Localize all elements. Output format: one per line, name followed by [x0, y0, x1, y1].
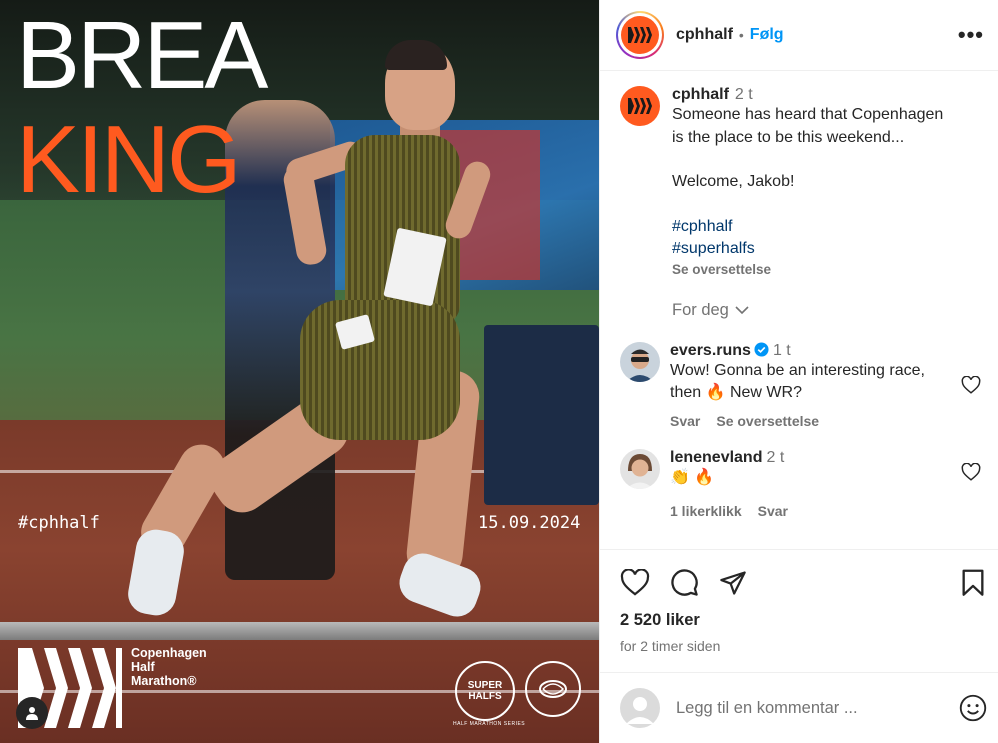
comment-text-line: then 🔥 New WR? — [670, 384, 802, 401]
header-separator: • — [738, 27, 744, 43]
tagged-users-button[interactable] — [16, 697, 48, 729]
caption-text-line: Welcome, Jakob! — [672, 173, 795, 190]
see-translation-link[interactable]: Se oversettelse — [716, 413, 819, 429]
poster-title-line-1: BREA — [16, 2, 268, 109]
hashtag-link[interactable]: #superhalfs — [672, 238, 972, 261]
for-you-dropdown[interactable]: For deg — [672, 301, 972, 320]
likes-count[interactable]: 2 520 liker — [620, 611, 985, 630]
comment-time: 1 t — [772, 341, 791, 359]
for-you-label: For deg — [672, 300, 729, 319]
share-button[interactable] — [719, 570, 747, 596]
caption-username[interactable]: cphhalf — [672, 86, 729, 103]
fire-emoji: 🔥 — [705, 384, 726, 401]
emoji-picker-button[interactable] — [959, 694, 987, 722]
cphhalf-logo-icon — [628, 27, 652, 43]
header-username[interactable]: cphhalf — [676, 26, 733, 44]
verified-badge-icon — [754, 341, 769, 357]
commenter-avatar[interactable] — [620, 448, 660, 489]
post-side-panel: cphhalf • Følg ••• cphhalf 2 t Someone ha… — [599, 0, 998, 743]
like-button[interactable] — [620, 569, 650, 596]
current-user-avatar — [620, 688, 660, 728]
story-ring[interactable] — [616, 11, 664, 59]
comment-username[interactable]: evers.runs — [670, 342, 751, 359]
comment-emoji-text: 👏 🔥 — [670, 468, 715, 486]
post-caption: cphhalf 2 t Someone has heard that Copenh… — [620, 86, 983, 320]
caption-text-line: is the place to be this weekend... — [672, 128, 905, 146]
comment-likes-count[interactable]: 1 likerklikk — [670, 503, 742, 519]
comment-like-heart-icon[interactable] — [961, 462, 981, 481]
comment-button[interactable] — [670, 568, 699, 597]
post-photo[interactable]: BREA KING #cphhalf 15.09.2024 Copenhagen… — [0, 0, 599, 743]
shorts — [300, 300, 460, 440]
equipment-bin — [484, 325, 599, 505]
share-icon — [720, 570, 746, 595]
post-actions: 2 520 liker for 2 timer siden — [600, 549, 998, 654]
chevron-down-icon — [735, 305, 749, 314]
comments-scroll-area[interactable]: cphhalf 2 t Someone has heard that Copenh… — [600, 72, 998, 548]
emoji-icon — [959, 694, 987, 722]
world-athletics-seal — [525, 661, 581, 717]
save-button[interactable] — [961, 569, 985, 597]
superhalfs-subtitle: HALF MARATHON SERIES — [453, 721, 526, 727]
see-translation-link[interactable]: Se oversettelse — [672, 262, 972, 277]
add-comment-bar — [600, 672, 998, 743]
comment-text-line: Wow! Gonna be an interesting race, — [670, 361, 925, 379]
reply-button[interactable]: Svar — [758, 503, 788, 519]
track-kerb — [0, 622, 599, 640]
comment-icon — [671, 569, 698, 596]
account-avatar — [621, 16, 659, 54]
caption-time: 2 t — [734, 86, 753, 103]
more-options-button[interactable]: ••• — [958, 22, 984, 48]
comment-like-heart-icon[interactable] — [961, 375, 981, 394]
superhalfs-logo: SUPER HALFS — [455, 661, 515, 721]
cphhalf-logo-icon — [628, 98, 652, 114]
caption-text-line: Someone has heard that Copenhagen — [672, 106, 944, 123]
user-tag-icon — [26, 707, 38, 720]
post-header: cphhalf • Følg ••• — [600, 0, 998, 71]
bookmark-icon — [962, 569, 984, 596]
poster-date: 15.09.2024 — [478, 513, 581, 533]
copenhagen-half-wordmark: Copenhagen Half Marathon® — [131, 646, 207, 688]
post-timestamp: for 2 timer siden — [620, 638, 721, 654]
caption-avatar[interactable] — [620, 86, 660, 126]
add-comment-input[interactable] — [676, 698, 936, 718]
commenter-avatar[interactable] — [620, 341, 660, 382]
comment-item: lenenevland 2 t 👏 🔥 1 likerklikk Svar — [620, 448, 983, 519]
poster-title-line-2: KING — [16, 106, 242, 213]
heart-icon — [620, 569, 650, 596]
comment-username[interactable]: lenenevland — [670, 449, 762, 466]
follow-button[interactable]: Følg — [750, 26, 784, 44]
comment-item: evers.runs 1 t Wow! Gonna be an interesti… — [620, 341, 983, 429]
poster-hashtag: #cphhalf — [18, 513, 100, 533]
hashtag-link[interactable]: #cphhalf — [672, 216, 972, 239]
comment-time: 2 t — [766, 448, 785, 466]
reply-button[interactable]: Svar — [670, 413, 700, 429]
